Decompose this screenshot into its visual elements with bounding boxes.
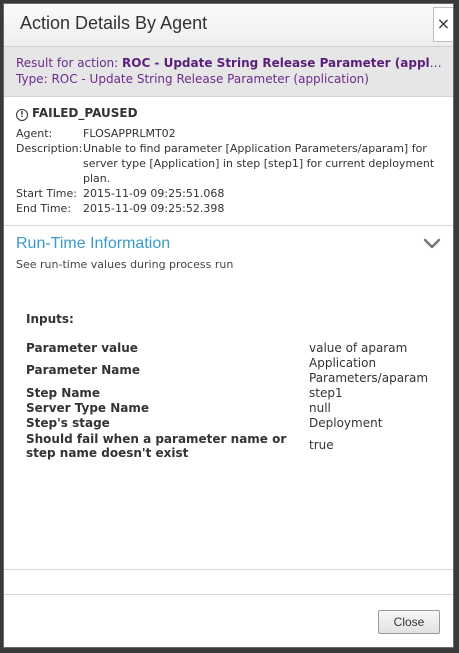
detail-row-start-time: Start Time: 2015-11-09 09:25:51.068 [16,186,445,201]
result-type: Type: ROC - Update String Release Parame… [16,72,369,86]
warning-circle-icon: ! [16,109,28,121]
param-value: step1 [309,386,343,400]
detail-value: Unable to find parameter [Application Pa… [83,142,435,185]
close-icon[interactable]: × [433,7,453,42]
detail-row-description: Description: Unable to find parameter [A… [16,141,445,186]
param-value: true [309,438,334,452]
param-name: Should fail when a parameter name or ste… [26,432,287,460]
param-name: Server Type Name [26,401,150,415]
detail-row-end-time: End Time: 2015-11-09 09:25:52.398 [16,201,445,216]
detail-value: FLOSAPPRLMT02 [83,127,176,140]
result-type-value: ROC - Update String Release Parameter (a… [51,72,369,86]
param-name: Step's stage [26,416,110,430]
result-action-name: ROC - Update String Release Parameter (a… [122,56,443,70]
param-value: value of aparam [309,341,408,355]
dialog-titlebar: Action Details By Agent × [4,4,453,47]
result-for-action: Result for action: ROC - Update String R… [16,56,443,70]
param-value: null [309,401,331,415]
detail-label: Description: [16,142,83,155]
runtime-section-title[interactable]: Run-Time Information [16,235,170,253]
param-name: Step Name [26,386,101,400]
details-section: Agent: FLOSAPPRLMT02 Description: Unable… [16,126,445,216]
result-type-prefix: Type: [16,72,48,86]
result-prefix: Result for action: [16,56,119,70]
divider [4,594,453,595]
result-header: Result for action: ROC - Update String R… [4,47,453,97]
action-details-dialog: Action Details By Agent × Result for act… [3,3,454,648]
detail-label: Start Time: [16,187,77,200]
chevron-down-icon[interactable] [423,237,441,251]
detail-row-agent: Agent: FLOSAPPRLMT02 [16,126,445,141]
status-badge: ! FAILED_PAUSED [16,106,138,121]
detail-value: 2015-11-09 09:25:51.068 [83,187,225,200]
detail-value: 2015-11-09 09:25:52.398 [83,202,225,215]
param-value: Application Parameters/aparam [309,356,429,385]
detail-label: End Time: [16,202,72,215]
dialog-title: Action Details By Agent [20,13,208,33]
detail-label: Agent: [16,127,53,140]
divider [4,569,453,570]
close-button[interactable]: Close [378,610,440,634]
param-name: Parameter Name [26,363,140,377]
param-name: Parameter value [26,341,138,355]
divider [4,225,453,226]
runtime-subtitle: See run-time values during process run [16,258,234,271]
param-value: Deployment [309,416,383,430]
status-text: FAILED_PAUSED [32,106,138,120]
inputs-heading: Inputs: [26,312,74,326]
